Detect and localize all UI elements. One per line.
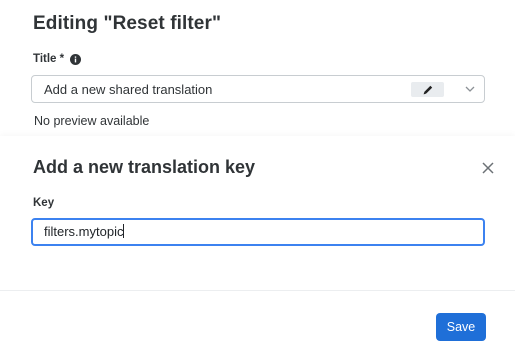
key-input[interactable]: filters.mytopic: [31, 218, 485, 246]
editor-panel: Editing "Reset filter" Title * Add a new…: [0, 0, 515, 136]
title-select-value: Add a new shared translation: [44, 82, 213, 97]
info-icon[interactable]: [70, 53, 82, 65]
page-title: Editing "Reset filter": [33, 13, 222, 34]
add-translation-modal: Add a new translation key Key filters.my…: [0, 136, 515, 359]
edit-translation-button[interactable]: [411, 82, 444, 97]
modal-footer-divider: [0, 290, 515, 291]
modal-title: Add a new translation key: [33, 157, 256, 177]
chevron-down-icon[interactable]: [464, 83, 476, 95]
key-input-value: filters.mytopic: [44, 224, 125, 239]
title-label-text: Title *: [33, 53, 65, 65]
save-button[interactable]: Save: [436, 313, 486, 341]
key-field-label: Key: [33, 197, 55, 209]
title-select[interactable]: Add a new shared translation: [31, 75, 485, 103]
key-input-text: filters.mytopic: [44, 224, 124, 239]
title-field-label: Title *: [33, 53, 82, 65]
preview-text: No preview available: [34, 114, 150, 128]
close-icon[interactable]: [480, 160, 496, 176]
pencil-icon: [423, 85, 432, 94]
text-caret: [123, 224, 125, 238]
